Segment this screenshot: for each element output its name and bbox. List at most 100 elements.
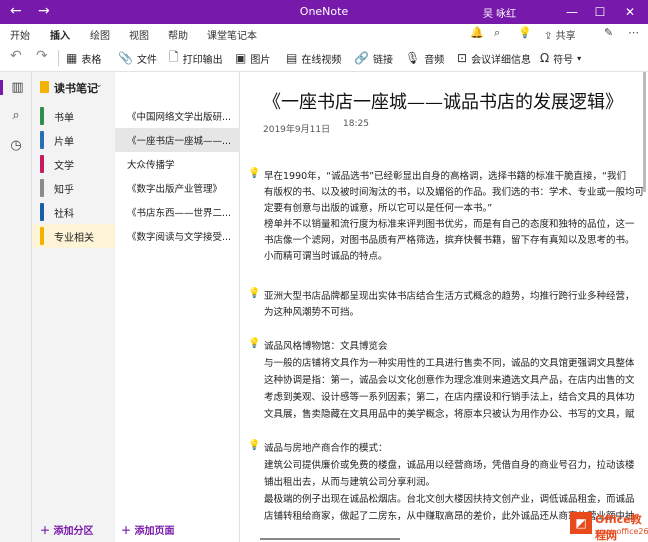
share-icon: ⇪ <box>544 31 553 42</box>
toolbar-divider <box>58 50 59 66</box>
document-icon: 🗋 <box>169 49 179 64</box>
section-item[interactable]: 社科 <box>32 200 115 224</box>
section-item-selected[interactable]: 专业相关 <box>32 224 115 248</box>
text-line: 为这种风潮势不可挡。 <box>264 307 360 318</box>
file-button[interactable]: 📎 文件 <box>118 50 157 66</box>
page-item[interactable]: 《中国网络文学出版研... <box>115 104 240 128</box>
ribbon-tabs: 开始 插入 绘图 视图 帮助 课堂笔记本 🔔 ⌕ 💡 ⇪ 共享 ✎ ⋯ <box>0 24 648 46</box>
meeting-details-button[interactable]: ⊡ 会议详细信息 <box>457 50 531 66</box>
add-section-label: 添加分区 <box>53 526 94 537</box>
vertical-scrollbar[interactable] <box>643 72 646 192</box>
link-button[interactable]: 🔗 链接 <box>354 50 393 66</box>
text-line: 小而精可谓当时诚品的特点。 <box>264 251 388 262</box>
page-time: 18:25 <box>343 119 369 129</box>
note-paragraph[interactable]: 💡 亚洲大型书店品牌都呈现出实体书店结合生活方式概念的趋势，均推行跨行业多种经营… <box>248 288 648 320</box>
table-button[interactable]: ▦ 表格 <box>66 50 101 66</box>
redo-icon[interactable]: ↷ <box>36 48 48 64</box>
search-icon[interactable]: ⌕ <box>494 26 500 40</box>
meeting-icon: ⊡ <box>457 51 468 65</box>
page-item-selected[interactable]: 《一座书店一座城——... <box>115 128 240 152</box>
page-content[interactable]: 《一座书店一座城——诚品书店的发展逻辑》 2019年9月11日 18:25 💡 … <box>240 72 648 542</box>
pencil-icon[interactable]: ✎ <box>604 26 613 39</box>
table-label: 表格 <box>81 54 102 66</box>
link-label: 链接 <box>372 54 393 66</box>
lightbulb-icon: 💡 <box>248 440 261 451</box>
text-line: 考虑到美观、设计感等一系列因素；第二，在店内摆设和行销手法上，结合文具的具体功 <box>264 392 635 403</box>
picture-button[interactable]: ▣ 图片 <box>235 50 270 66</box>
close-button[interactable]: ✕ <box>620 2 640 22</box>
share-label: 共享 <box>555 31 576 42</box>
recent-clock-icon[interactable]: ◷ <box>0 138 32 153</box>
paperclip-icon: 📎 <box>118 51 133 65</box>
watermark-url: www.office26.com <box>595 527 648 536</box>
lightbulb-icon: 💡 <box>248 288 261 299</box>
undo-icon[interactable]: ↶ <box>10 48 22 64</box>
section-color-tab <box>40 203 44 221</box>
tab-class-notebook[interactable]: 课堂笔记本 <box>207 27 257 42</box>
section-item[interactable]: 知乎 <box>32 176 115 200</box>
text-line: 亚洲大型书店品牌都呈现出实体书店结合生活方式概念的趋势，均推行跨行业多种经营， <box>264 291 635 302</box>
tab-view[interactable]: 视图 <box>129 27 149 42</box>
page-date: 2019年9月11日 <box>263 125 331 135</box>
section-label: 文学 <box>54 161 74 172</box>
picture-label: 图片 <box>250 54 271 66</box>
text-line: 诚品风格博物馆：文具博览会 <box>264 341 388 352</box>
meeting-label: 会议详细信息 <box>471 54 532 66</box>
tab-insert[interactable]: 插入 <box>50 27 70 46</box>
back-arrow-icon[interactable]: ← <box>10 3 22 19</box>
maximize-button[interactable]: ☐ <box>590 2 610 22</box>
tab-home[interactable]: 开始 <box>10 27 30 42</box>
section-label: 社科 <box>54 209 74 220</box>
page-item[interactable]: 《书店东西——世界二... <box>115 200 240 224</box>
printout-button[interactable]: 🗋 打印输出 <box>169 50 223 66</box>
user-name[interactable]: 吴 咏红 <box>483 5 516 20</box>
section-color-tab <box>40 155 44 173</box>
lightbulb-icon: 💡 <box>248 338 261 349</box>
tab-help[interactable]: 帮助 <box>168 27 188 42</box>
audio-button[interactable]: 🎙 音频 <box>405 50 444 66</box>
notebook-icon <box>40 81 49 93</box>
link-icon: 🔗 <box>354 51 369 65</box>
text-line: 与一般的店铺将文具作为一种实用性的工具进行售卖不同，诚品的文具馆更强调文具整体 <box>264 358 635 369</box>
more-button[interactable]: ⋯ <box>628 26 639 39</box>
app-title: OneNote <box>299 5 349 18</box>
text-line: 文具展，售卖隐藏在文具用品中的美学概念，将原本只被认为用作办公、书写的文具，赋 <box>264 409 635 420</box>
plus-icon: ＋ <box>121 526 131 537</box>
section-item[interactable]: 书单 <box>32 104 115 128</box>
omega-icon: Ω <box>540 51 550 65</box>
notebooks-icon[interactable]: ▥ <box>0 80 32 95</box>
bell-icon[interactable]: 🔔 <box>470 26 484 39</box>
note-paragraph[interactable]: 💡 早在1990年，“诚品选书”已经彰显出自身的高格调，选择书籍的标准干脆直接，… <box>248 168 648 264</box>
chevron-down-icon: ▾ <box>577 53 582 63</box>
site-watermark: ◩ Office教程网 www.office26.com <box>568 508 648 542</box>
section-color-tab <box>40 131 44 149</box>
minimize-button[interactable]: — <box>562 2 582 22</box>
symbol-label: 符号 <box>553 54 574 66</box>
horizontal-scrollbar[interactable] <box>260 538 400 540</box>
page-title[interactable]: 《一座书店一座城——诚品书店的发展逻辑》 <box>263 88 623 114</box>
add-page-button[interactable]: ＋ 添加页面 <box>121 522 174 537</box>
lightbulb-icon[interactable]: 💡 <box>518 26 532 39</box>
text-line: 早在1990年，“诚品选书”已经彰显出自身的高格调，选择书籍的标准干脆直接，“我… <box>264 171 626 182</box>
page-item[interactable]: 《数字出版产业管理》 <box>115 176 240 200</box>
search-icon[interactable]: ⌕ <box>0 108 32 123</box>
text-line: 有版权的书、以及被时间淘汰的书，以及媚俗的作品。我们选的书：学术、专业或一般均可 <box>264 187 645 198</box>
section-item[interactable]: 片单 <box>32 128 115 152</box>
tab-draw[interactable]: 绘图 <box>90 27 110 42</box>
online-video-button[interactable]: ▤ 在线视频 <box>286 50 341 66</box>
insert-toolbar: ↶ ↷ ▦ 表格 📎 文件 🗋 打印输出 ▣ 图片 ▤ 在线视频 🔗 链接 🎙 … <box>0 44 648 72</box>
text-line: 这种协调是指：第一，诚品会以文化创意作为理念准则来遴选文具产品，在店内出售的文 <box>264 375 635 386</box>
section-item[interactable]: 文学 <box>32 152 115 176</box>
sections-panel: 读书笔记 ⌄ ⇅ 书单 片单 文学 知乎 社科 专业相关 ＋ 添加分区 <box>32 72 228 542</box>
symbol-button[interactable]: Ω 符号 ▾ <box>540 50 581 66</box>
navigation-rail: ▥ ⌕ ◷ <box>0 72 32 542</box>
add-section-button[interactable]: ＋ 添加分区 <box>40 522 93 537</box>
page-item[interactable]: 大众传播学 <box>115 152 240 176</box>
note-paragraph[interactable]: 💡 诚品风格博物馆：文具博览会 与一般的店铺将文具作为一种实用性的工具进行售卖不… <box>248 338 648 420</box>
share-button[interactable]: ⇪ 共享 <box>544 27 576 42</box>
text-line: 诚品与房地产商合作的模式： <box>264 443 388 454</box>
video-icon: ▤ <box>286 51 298 65</box>
file-label: 文件 <box>136 54 157 66</box>
forward-arrow-icon[interactable]: → <box>38 3 50 19</box>
page-item[interactable]: 《数字阅读与文学接受... <box>115 224 240 248</box>
